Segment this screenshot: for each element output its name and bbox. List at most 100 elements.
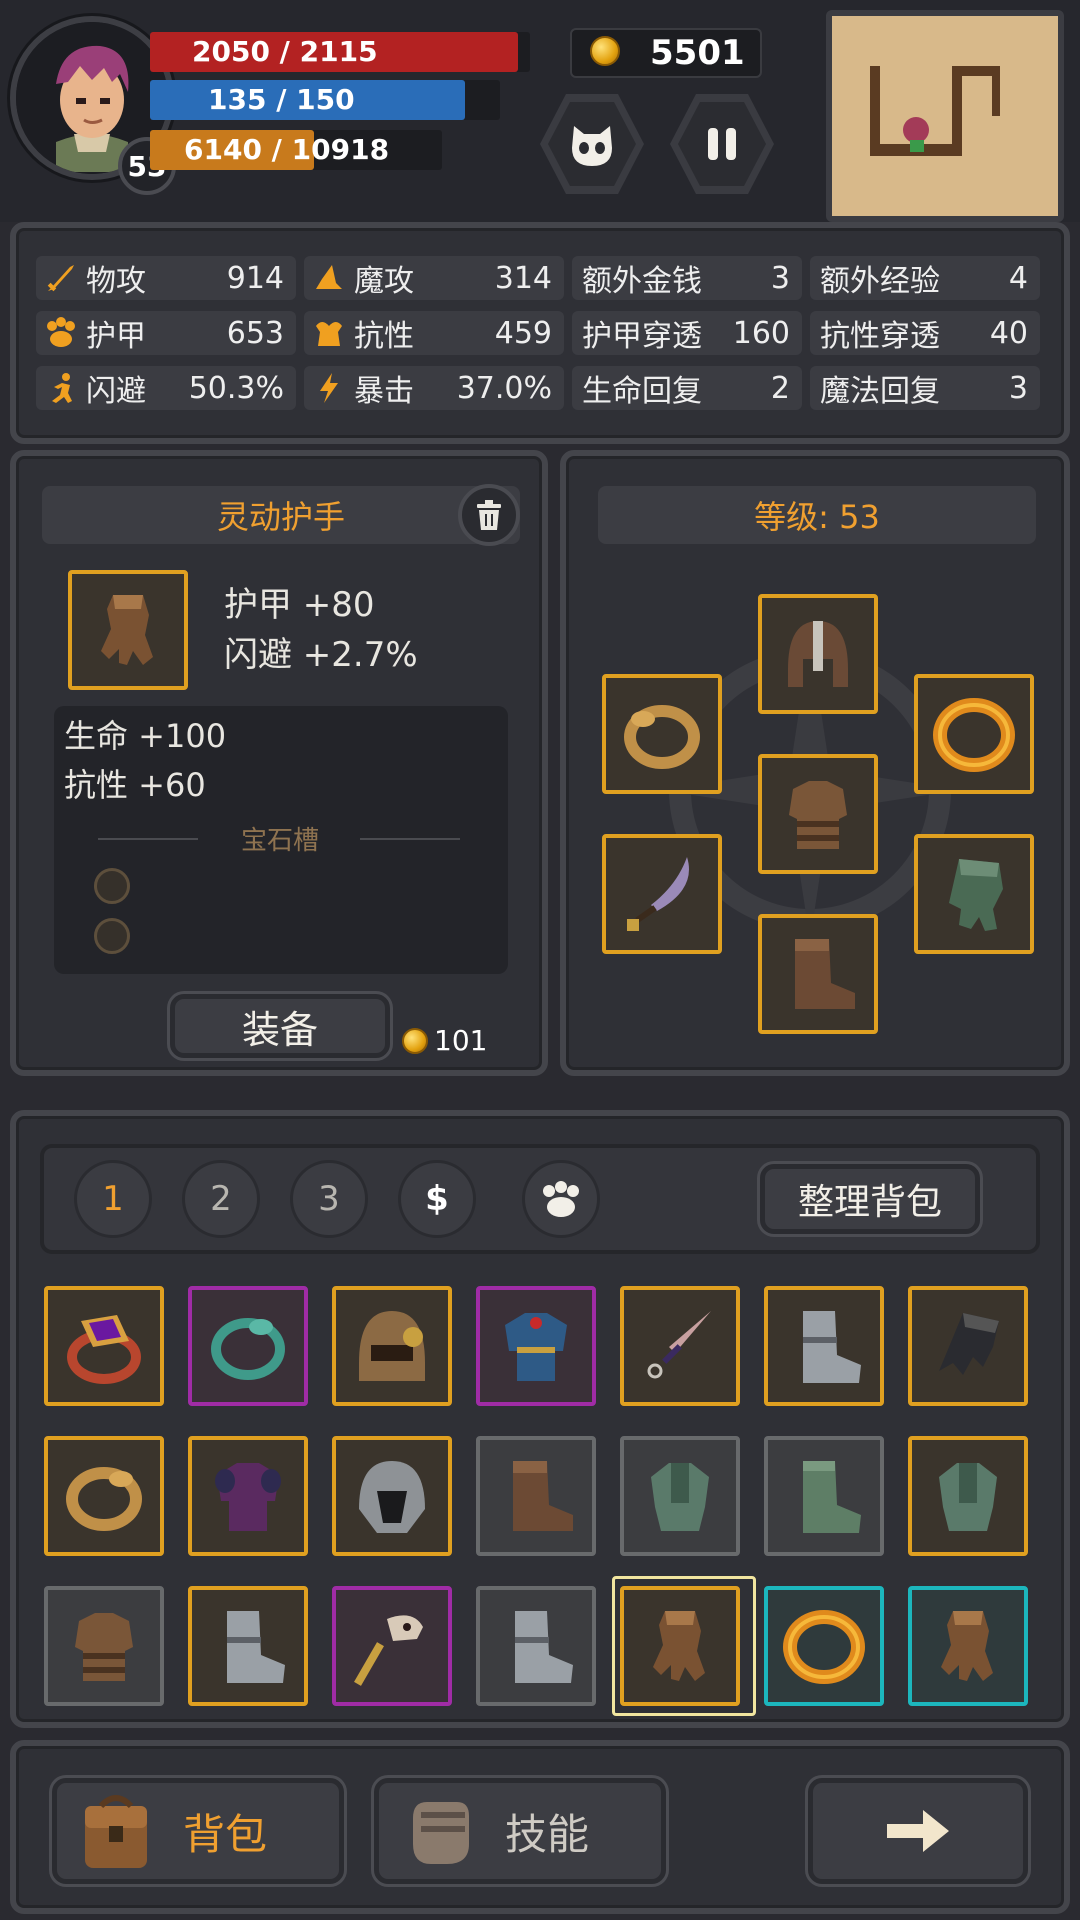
bag-tab-3[interactable]: 3 bbox=[290, 1160, 368, 1238]
equip-slot-weapon[interactable] bbox=[602, 834, 722, 954]
stat-value: 3 bbox=[770, 260, 790, 296]
pause-icon bbox=[708, 128, 736, 160]
equip-slot-head[interactable] bbox=[758, 594, 878, 714]
inventory-slot[interactable] bbox=[188, 1286, 308, 1406]
inventory-slot[interactable] bbox=[620, 1436, 740, 1556]
stats-grid: 物攻 914 魔攻 314 额外金钱 3 额外经验 4 护甲 653 抗性 459 护甲穿透 160 抗性穿… bbox=[36, 256, 1044, 414]
amber-ring-icon bbox=[783, 1610, 865, 1684]
inventory-slot[interactable] bbox=[476, 1286, 596, 1406]
inventory-slot[interactable] bbox=[764, 1286, 884, 1406]
stat-value: 4 bbox=[1008, 260, 1028, 296]
sell-tab[interactable]: $ bbox=[398, 1160, 476, 1238]
minimap[interactable] bbox=[826, 10, 1064, 222]
running-icon bbox=[36, 371, 86, 405]
inventory-slot[interactable] bbox=[44, 1586, 164, 1706]
minimap-map bbox=[870, 66, 1000, 156]
inventory-slot[interactable] bbox=[908, 1436, 1028, 1556]
stat-cell: 抗性穿透 40 bbox=[810, 311, 1040, 355]
amber-ring-icon bbox=[933, 698, 1015, 772]
bag-tab-2[interactable]: 2 bbox=[182, 1160, 260, 1238]
exp-text: 6140 / 10918 bbox=[184, 133, 390, 166]
divider bbox=[98, 838, 198, 840]
blue-plate-armor-icon bbox=[505, 1313, 567, 1381]
leather-boots-icon bbox=[513, 1461, 573, 1531]
bag-button[interactable]: 背包 bbox=[52, 1778, 344, 1884]
lightning-icon bbox=[304, 371, 354, 405]
inventory-slot[interactable] bbox=[764, 1436, 884, 1556]
steel-greaves-icon bbox=[227, 1611, 285, 1683]
amethyst-ring-icon bbox=[67, 1315, 141, 1384]
inventory-slot[interactable] bbox=[44, 1286, 164, 1406]
stat-label: 生命回复 bbox=[582, 374, 702, 409]
skills-button[interactable]: 技能 bbox=[374, 1778, 666, 1884]
paw-armor-icon bbox=[36, 316, 86, 350]
stat-cell: 物攻 914 bbox=[36, 256, 296, 300]
helmet-icon bbox=[788, 621, 848, 687]
dark-claw-gauntlet-icon bbox=[939, 1313, 999, 1375]
stat-value: 459 bbox=[494, 315, 552, 351]
snake-ring-icon bbox=[66, 1467, 142, 1531]
green-gauntlet-icon bbox=[949, 859, 1003, 931]
inventory-slot[interactable] bbox=[764, 1586, 884, 1706]
leather-armor-icon bbox=[789, 781, 847, 849]
inventory-slot[interactable] bbox=[188, 1436, 308, 1556]
gauntlet-icon bbox=[101, 595, 153, 665]
stat-cell: 护甲 653 bbox=[36, 311, 296, 355]
purple-armor-icon bbox=[215, 1463, 281, 1531]
stat-label: 魔攻 bbox=[354, 264, 414, 299]
stat-value: 37.0% bbox=[456, 370, 552, 406]
equipment-level: 等级: 53 bbox=[754, 498, 880, 536]
fist-icon bbox=[413, 1802, 469, 1864]
stat-value: 914 bbox=[226, 260, 284, 296]
armor-filter-tab[interactable] bbox=[522, 1160, 600, 1238]
gauntlet-icon bbox=[941, 1611, 993, 1681]
inventory-slot[interactable] bbox=[476, 1436, 596, 1556]
inventory-slot[interactable] bbox=[908, 1586, 1028, 1706]
bag-label: 背包 bbox=[183, 1809, 268, 1859]
price-coin-icon bbox=[402, 1028, 428, 1058]
hp-text: 2050 / 2115 bbox=[192, 35, 378, 68]
item-extra-stat: 生命 +100 bbox=[64, 717, 227, 755]
inventory-slot-selected[interactable] bbox=[620, 1586, 740, 1706]
equip-slot-ring-left[interactable] bbox=[602, 674, 722, 794]
stat-cell: 额外经验 4 bbox=[810, 256, 1040, 300]
item-main-stat: 闪避 +2.7% bbox=[224, 635, 418, 675]
next-button[interactable] bbox=[808, 1778, 1028, 1884]
equip-button-label: 装备 bbox=[241, 1007, 318, 1052]
inventory-slot[interactable] bbox=[332, 1586, 452, 1706]
stat-value: 314 bbox=[494, 260, 552, 296]
discard-button[interactable] bbox=[458, 484, 520, 546]
snake-ring-icon bbox=[624, 705, 700, 769]
equip-slot-feet[interactable] bbox=[758, 914, 878, 1034]
inventory-slot[interactable] bbox=[620, 1286, 740, 1406]
stat-label: 抗性 bbox=[354, 319, 414, 354]
item-name: 灵动护手 bbox=[216, 498, 345, 536]
inventory-slot[interactable] bbox=[332, 1286, 452, 1406]
stat-cell: 闪避 50.3% bbox=[36, 366, 296, 410]
equip-button[interactable]: 装备 bbox=[170, 994, 390, 1058]
stat-cell: 生命回复 2 bbox=[572, 366, 802, 410]
stat-label: 闪避 bbox=[86, 374, 146, 409]
gem-socket[interactable] bbox=[94, 918, 130, 954]
equipment-level-bar: 等级: 53 bbox=[598, 486, 1036, 544]
stat-label: 暴击 bbox=[354, 374, 414, 409]
muscle-icon bbox=[304, 316, 354, 350]
inventory-slot[interactable] bbox=[188, 1586, 308, 1706]
equip-slot-hands[interactable] bbox=[914, 834, 1034, 954]
inventory-slot[interactable] bbox=[332, 1436, 452, 1556]
inventory-slot[interactable] bbox=[476, 1586, 596, 1706]
selected-item-slot[interactable] bbox=[68, 570, 188, 690]
equip-slot-ring-right[interactable] bbox=[914, 674, 1034, 794]
bag-tab-1[interactable]: 1 bbox=[74, 1160, 152, 1238]
gem-socket[interactable] bbox=[94, 868, 130, 904]
jade-ring-icon bbox=[211, 1318, 285, 1380]
equip-slot-body[interactable] bbox=[758, 754, 878, 874]
iron-helm-icon bbox=[359, 1461, 425, 1533]
item-name-bar: 灵动护手 bbox=[42, 486, 520, 544]
inventory-slot[interactable] bbox=[44, 1436, 164, 1556]
inventory-slot[interactable] bbox=[908, 1286, 1028, 1406]
sort-bag-button[interactable]: 整理背包 bbox=[760, 1164, 980, 1234]
bronze-helmet-icon bbox=[359, 1311, 425, 1381]
stat-value: 50.3% bbox=[188, 370, 284, 406]
steel-greaves-icon bbox=[515, 1611, 573, 1683]
